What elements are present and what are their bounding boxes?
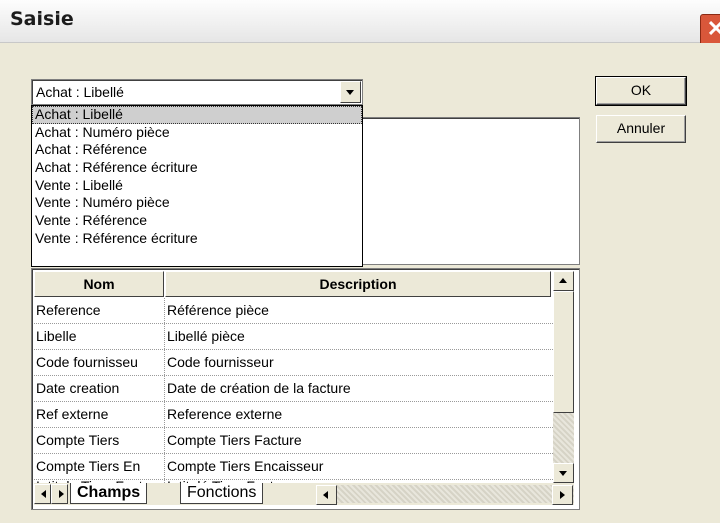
column-header-nom[interactable]: Nom — [34, 271, 164, 297]
close-button[interactable]: ✕ — [700, 14, 720, 46]
combo-dropdown-button[interactable] — [340, 81, 361, 103]
cell-nom: Compte Tiers — [34, 428, 165, 453]
dropdown-item[interactable]: Achat : Numéro pièce — [32, 124, 362, 142]
scroll-up-button[interactable] — [553, 271, 574, 291]
dropdown-item[interactable]: Achat : Libellé — [32, 106, 362, 124]
scroll-left-button[interactable] — [316, 485, 337, 505]
fields-grid: Nom Description Reference Référence pièc… — [31, 268, 580, 510]
cell-nom: Reference — [34, 298, 165, 323]
scroll-right-button[interactable] — [552, 485, 573, 505]
cell-nom: Date creation — [34, 376, 165, 401]
horizontal-scrollbar[interactable] — [316, 485, 574, 505]
cell-nom: Libelle — [34, 324, 165, 349]
dropdown-item[interactable]: Vente : Référence écriture — [32, 230, 362, 248]
saisie-dialog: Saisie ✕ Achat : Libellé Achat : Libellé… — [0, 0, 720, 523]
cell-description: Date de création de la facture — [167, 380, 351, 396]
cell-description: Référence pièce — [167, 302, 269, 318]
tab-champs[interactable]: Champs — [70, 483, 148, 504]
dropdown-item[interactable]: Achat : Référence écriture — [32, 159, 362, 177]
cell-description: Reference externe — [167, 406, 283, 422]
window-title: Saisie — [10, 8, 74, 30]
scroll-down-button[interactable] — [553, 463, 574, 483]
dropdown-item[interactable]: Vente : Libellé — [32, 177, 362, 195]
tab-scroll-right-button[interactable] — [51, 484, 68, 504]
cell-description: Compte Tiers Facture — [167, 432, 302, 448]
tab-and-hscroll-bar: Champs Fonctions — [34, 483, 574, 505]
tab-fonctions[interactable]: Fonctions — [180, 483, 264, 504]
dropdown-item[interactable]: Vente : Numéro pièce — [32, 194, 362, 212]
dropdown-item[interactable]: Achat : Référence — [32, 141, 362, 159]
close-icon: ✕ — [706, 16, 720, 41]
cell-nom: Code fournisseu — [34, 350, 165, 375]
table-row[interactable]: Date creation Date de création de la fac… — [34, 376, 553, 402]
cell-nom: Ref externe — [34, 402, 165, 427]
scroll-thumb[interactable] — [553, 291, 574, 413]
table-row[interactable]: Compte Tiers Compte Tiers Facture — [34, 428, 553, 454]
vertical-scrollbar[interactable] — [553, 271, 574, 483]
field-combo[interactable]: Achat : Libellé — [31, 79, 363, 105]
tab-scroll-left-button[interactable] — [34, 484, 51, 504]
table-row[interactable]: Ref externe Reference externe — [34, 402, 553, 428]
combo-value: Achat : Libellé — [36, 84, 124, 100]
column-header-description[interactable]: Description — [165, 271, 551, 297]
title-bar[interactable]: Saisie ✕ — [0, 0, 720, 46]
table-row[interactable]: Reference Référence pièce — [34, 298, 553, 324]
cell-description: Code fournisseur — [167, 354, 274, 370]
combo-dropdown-list: Achat : Libellé Achat : Numéro pièce Ach… — [31, 105, 363, 267]
cancel-button[interactable]: Annuler — [596, 115, 686, 143]
cell-description: Libellé pièce — [167, 328, 245, 344]
table-row[interactable]: Libelle Libellé pièce — [34, 324, 553, 350]
ok-button[interactable]: OK — [595, 76, 687, 106]
dropdown-item[interactable]: Vente : Référence — [32, 212, 362, 230]
table-row[interactable]: Code fournisseu Code fournisseur — [34, 350, 553, 376]
